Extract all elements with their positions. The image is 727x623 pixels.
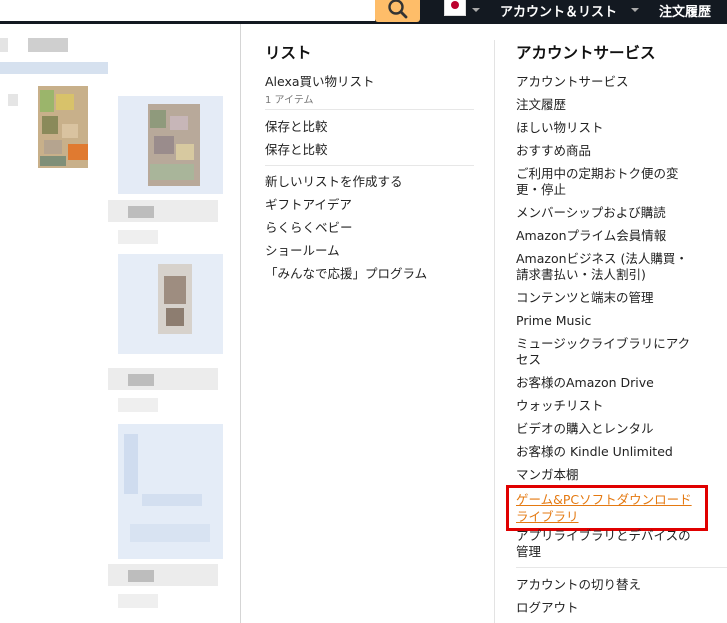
showroom-link[interactable]: ショールーム: [265, 242, 340, 260]
support-program-link[interactable]: 「みんなで応援」プログラム: [265, 265, 427, 283]
account-services-heading: アカウントサービス: [516, 44, 656, 62]
game-software-library-link[interactable]: ゲーム&PCソフトダウンロード ライブラリ: [516, 491, 701, 525]
recommendations-link[interactable]: おすすめ商品: [516, 142, 591, 160]
save-and-compare-link[interactable]: 保存と比較: [265, 118, 328, 136]
search-input[interactable]: [0, 0, 375, 21]
prime-membership-link[interactable]: Amazonプライム会員情報: [516, 227, 666, 245]
top-nav-bar: アカウント＆リスト 注文履歴: [0, 0, 727, 24]
kindle-unlimited-link[interactable]: お客様の Kindle Unlimited: [516, 443, 673, 461]
switch-account-link[interactable]: アカウントの切り替え: [516, 576, 641, 594]
order-history-link[interactable]: 注文履歴: [516, 96, 566, 114]
account-services-link[interactable]: アカウントサービス: [516, 73, 629, 91]
logout-link[interactable]: ログアウト: [516, 599, 579, 617]
gift-ideas-link[interactable]: ギフトアイデア: [265, 196, 352, 214]
chevron-down-icon: [631, 8, 639, 12]
chevron-down-icon: [472, 8, 480, 12]
account-and-lists-button[interactable]: アカウント＆リスト: [500, 1, 617, 20]
baby-registry-link[interactable]: らくらくベビー: [265, 219, 353, 237]
watchlist-link[interactable]: ウォッチリスト: [516, 397, 604, 415]
wish-list-link[interactable]: ほしい物リスト: [516, 119, 604, 137]
app-library-link-cont[interactable]: 管理: [516, 543, 541, 561]
manga-shelf-link[interactable]: マンガ本棚: [516, 466, 579, 484]
search-button[interactable]: [375, 0, 420, 22]
app-library-link[interactable]: アプリライブラリとデバイスの: [516, 527, 691, 545]
divider: [516, 567, 727, 568]
amazon-drive-link[interactable]: お客様のAmazon Drive: [516, 374, 654, 392]
column-divider: [494, 40, 495, 623]
search-icon: [388, 0, 408, 19]
music-library-link-cont[interactable]: セス: [516, 351, 541, 369]
video-purchases-link[interactable]: ビデオの購入とレンタル: [516, 420, 654, 438]
game-software-library-line1: ゲーム&PCソフトダウンロード: [516, 492, 692, 507]
save-and-compare-link[interactable]: 保存と比較: [265, 141, 328, 159]
lists-heading: リスト: [265, 44, 312, 62]
music-library-link[interactable]: ミュージックライブラリにアク: [516, 335, 690, 353]
blurred-page-content: [0, 24, 240, 623]
create-list-link[interactable]: 新しいリストを作成する: [265, 173, 403, 191]
memberships-link[interactable]: メンバーシップおよび購読: [516, 204, 666, 222]
content-devices-link[interactable]: コンテンツと端末の管理: [516, 289, 654, 307]
prime-music-link[interactable]: Prime Music: [516, 312, 591, 330]
amazon-business-link-cont[interactable]: 請求書払い・法人割引): [516, 266, 646, 284]
alexa-shopping-list-link[interactable]: Alexa買い物リスト: [265, 73, 375, 91]
game-software-library-line2: ライブラリ: [516, 509, 579, 524]
divider: [265, 109, 474, 110]
divider: [265, 165, 474, 166]
orders-link[interactable]: 注文履歴: [659, 1, 711, 20]
subscribe-and-save-link-cont[interactable]: 更・停止: [516, 181, 566, 199]
alexa-list-item-count: 1 アイテム: [265, 95, 314, 106]
japan-flag-icon[interactable]: [444, 0, 466, 16]
